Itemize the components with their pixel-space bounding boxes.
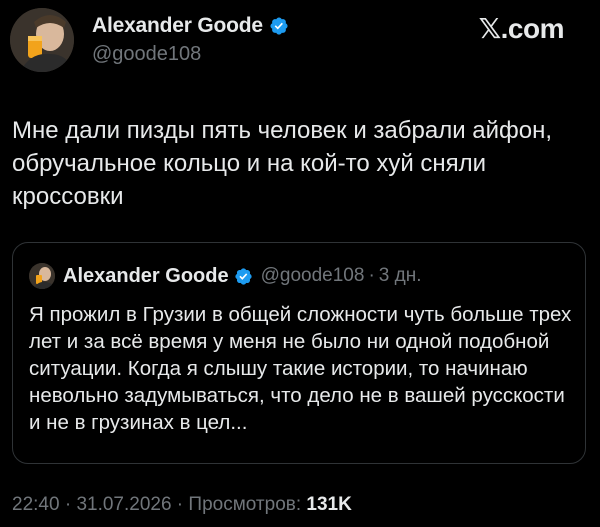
avatar-photo-icon: [29, 263, 55, 289]
tweet-meta: 22:40 · 31.07.2026 · Просмотров: 131K: [12, 494, 352, 516]
separator-dot: ·: [59, 494, 77, 515]
quoted-tweet-header: Alexander Goode @goode108 · 3 дн.: [29, 263, 421, 289]
avatar-photo-icon: [10, 8, 74, 72]
quoted-author-handle[interactable]: @goode108: [261, 265, 365, 287]
author-avatar[interactable]: [10, 8, 74, 72]
quoted-tweet-card[interactable]: Alexander Goode @goode108 · 3 дн. Я прож…: [12, 242, 586, 464]
views-label: Просмотров:: [188, 494, 307, 515]
author-handle[interactable]: @goode108: [92, 43, 201, 66]
author-name[interactable]: Alexander Goode: [92, 14, 263, 38]
separator-dot: ·: [171, 494, 189, 515]
quoted-tweet-time[interactable]: 3 дн.: [379, 265, 422, 287]
verified-badge-icon: [234, 267, 252, 285]
tweet-text: Мне дали пизды пять человек и забрали ай…: [12, 117, 553, 210]
separator-dot: ·: [368, 265, 375, 286]
views-count[interactable]: 131K: [306, 494, 351, 515]
x-brand-logo: 𝕏.com: [478, 13, 565, 44]
tweet-date[interactable]: 31.07.2026: [76, 494, 171, 515]
tweet-time[interactable]: 22:40: [12, 494, 60, 515]
quoted-author-name[interactable]: Alexander Goode: [63, 265, 229, 288]
quoted-tweet-text: Я прожил в Грузии в общей сложности чуть…: [29, 303, 572, 434]
quoted-author-avatar[interactable]: [29, 263, 55, 289]
author-name-row: Alexander Goode: [92, 14, 289, 38]
verified-badge-icon: [270, 17, 288, 35]
